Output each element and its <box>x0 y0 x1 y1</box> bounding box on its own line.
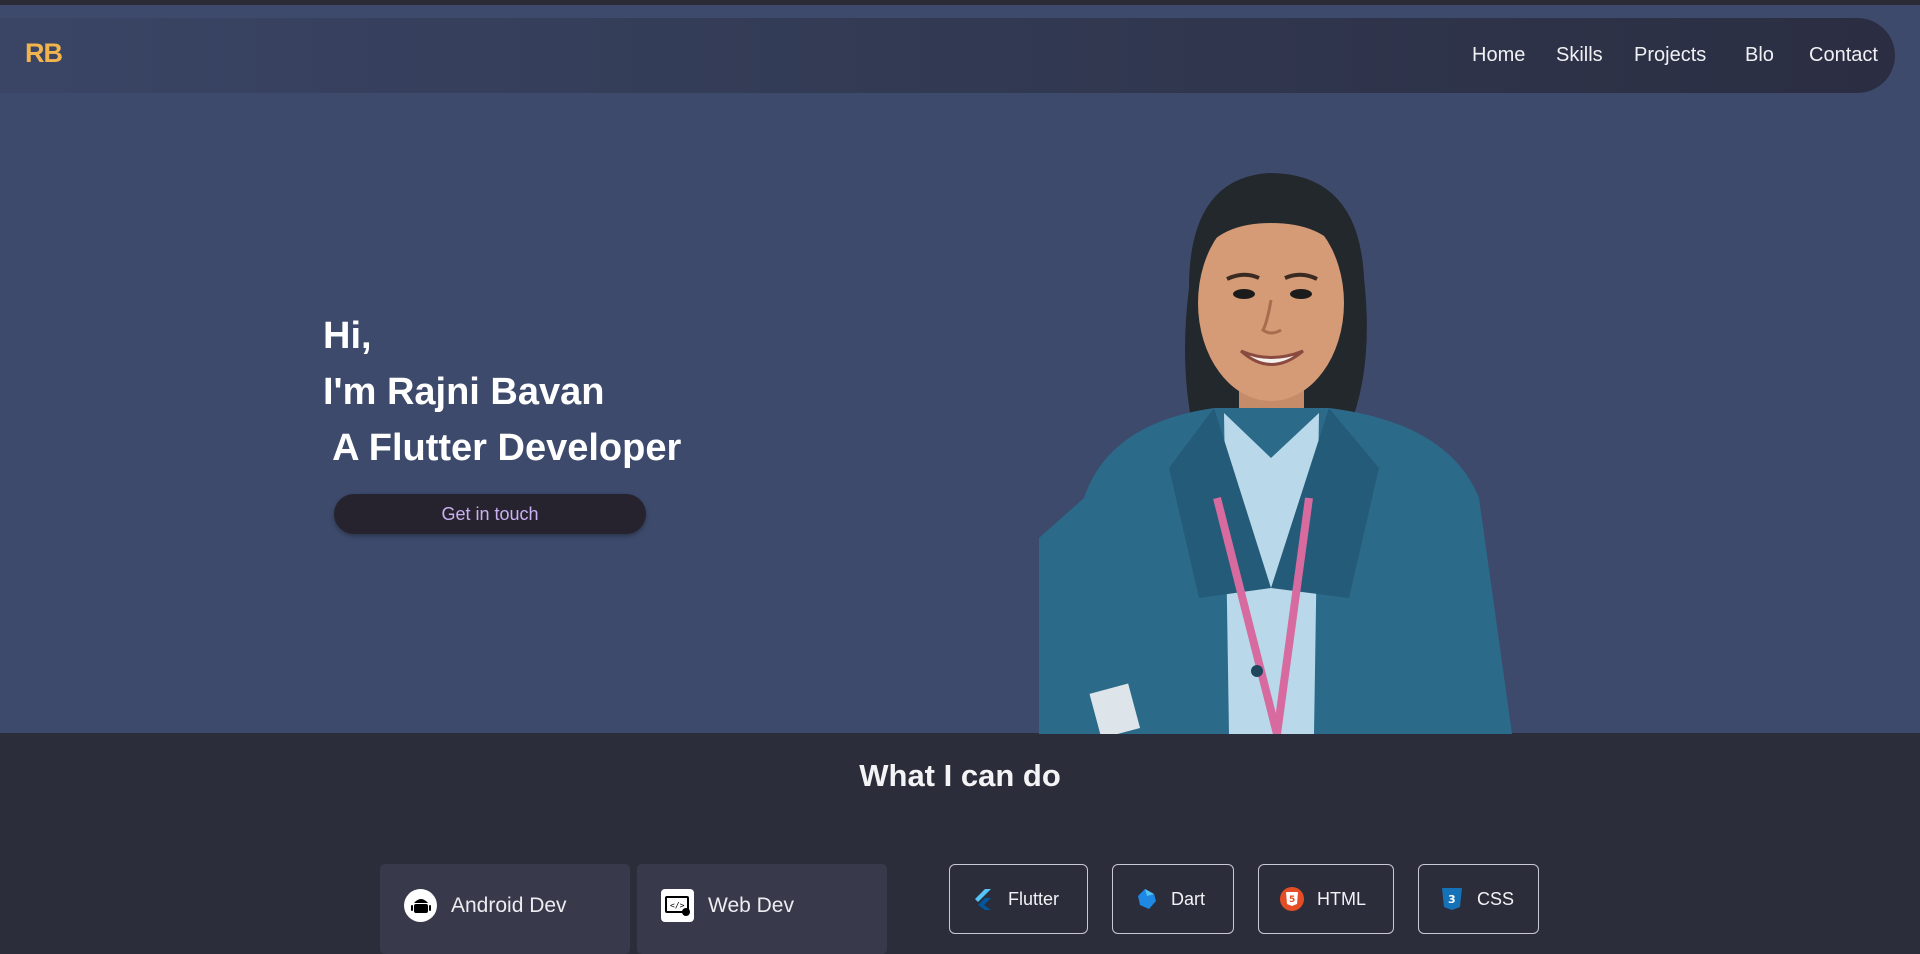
web-dev-icon: </> <box>661 889 694 922</box>
flutter-icon <box>970 886 996 912</box>
nav-contact[interactable]: Contact <box>1809 44 1878 67</box>
chip-dart-label: Dart <box>1171 888 1206 909</box>
greeting-line-role: A Flutter Developer <box>323 427 682 469</box>
svg-text:</>: </> <box>670 901 685 910</box>
get-in-touch-button[interactable]: Get in touch <box>334 494 646 534</box>
svg-text:5: 5 <box>1289 895 1295 905</box>
skill-card-android-label: Android Dev <box>451 894 567 917</box>
navbar <box>0 18 1895 93</box>
chip-html[interactable]: 5 HTML <box>1258 864 1394 934</box>
skill-card-web-label: Web Dev <box>708 894 794 917</box>
dart-icon <box>1133 886 1159 912</box>
skill-card-web[interactable]: </> Web Dev <box>637 864 887 954</box>
svg-text:3: 3 <box>1448 893 1456 906</box>
greeting-line-name: I'm Rajni Bavan <box>323 371 605 413</box>
nav-skills[interactable]: Skills <box>1556 44 1603 67</box>
profile-portrait <box>1039 173 1512 734</box>
nav-blog[interactable]: Blo <box>1745 44 1774 67</box>
chip-flutter-label: Flutter <box>1008 888 1060 909</box>
chip-html-label: HTML <box>1317 888 1366 909</box>
chip-css-label: CSS <box>1477 888 1515 909</box>
chip-css[interactable]: 3 CSS <box>1418 864 1539 934</box>
android-icon <box>404 889 437 922</box>
skill-card-android[interactable]: Android Dev <box>380 864 630 954</box>
logo[interactable]: RB <box>25 38 63 69</box>
hero-section <box>0 5 1920 733</box>
nav-projects[interactable]: Projects <box>1634 44 1706 67</box>
css3-icon: 3 <box>1439 886 1465 912</box>
chip-flutter[interactable]: Flutter <box>949 864 1088 934</box>
html5-icon: 5 <box>1279 886 1305 912</box>
nav-home[interactable]: Home <box>1472 44 1525 67</box>
greeting-line-hi: Hi, <box>323 315 372 357</box>
hero-greeting: Hi, I'm Rajni Bavan A Flutter Developer <box>323 308 681 476</box>
skills-section-title: What I can do <box>859 758 1061 793</box>
chip-dart[interactable]: Dart <box>1112 864 1234 934</box>
